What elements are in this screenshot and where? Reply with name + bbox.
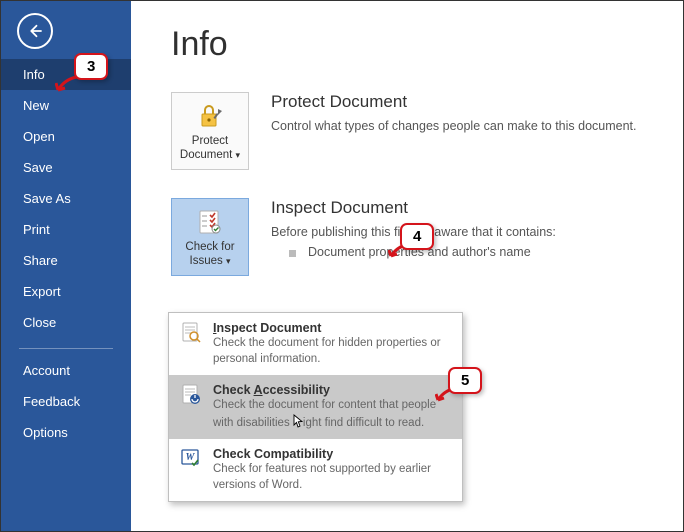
nav-item-new[interactable]: New [1, 90, 131, 121]
menu-item-desc: Check the document for hidden properties… [213, 336, 452, 367]
inspect-document-body: Inspect Document Before publishing this … [271, 198, 655, 259]
nav-item-open[interactable]: Open [1, 121, 131, 152]
nav-item-save-as[interactable]: Save As [1, 183, 131, 214]
tile-label: Check for Issues ▾ [176, 240, 244, 269]
nav-item-save[interactable]: Save [1, 152, 131, 183]
svg-text:W: W [186, 452, 196, 463]
chevron-down-icon: ▾ [236, 150, 241, 160]
inspect-document-desc: Before publishing this file, be aware th… [271, 223, 655, 241]
nav-item-feedback[interactable]: Feedback [1, 386, 131, 417]
nav-item-share[interactable]: Share [1, 245, 131, 276]
menu-item-title: Check Compatibility [213, 447, 452, 461]
inspect-document-title: Inspect Document [271, 198, 655, 218]
protect-document-section: Protect Document ▾ Protect Document Cont… [171, 92, 655, 170]
menu-item-title: Inspect Document [213, 321, 452, 335]
nav-list-footer: Account Feedback Options [1, 355, 131, 448]
accessibility-icon [179, 383, 203, 431]
nav-item-account[interactable]: Account [1, 355, 131, 386]
checklist-icon [176, 207, 244, 237]
tile-label: Protect Document ▾ [176, 134, 244, 163]
nav-item-print[interactable]: Print [1, 214, 131, 245]
protect-document-title: Protect Document [271, 92, 655, 112]
nav-divider [19, 348, 113, 349]
menu-item-check-compatibility[interactable]: W Check Compatibility Check for features… [169, 439, 462, 501]
callout-4: 4 [400, 223, 434, 250]
nav-item-export[interactable]: Export [1, 276, 131, 307]
menu-item-check-accessibility[interactable]: Check Accessibility Check the document f… [169, 375, 462, 439]
callout-3: 3 [74, 53, 108, 80]
protect-document-desc: Control what types of changes people can… [271, 117, 655, 135]
word-compat-icon: W [179, 447, 203, 493]
back-button[interactable] [17, 13, 53, 49]
menu-item-desc: Check for features not supported by earl… [213, 462, 452, 493]
check-for-issues-dropdown: Inspect Document Check the document for … [168, 312, 463, 502]
nav-list-primary: Info New Open Save Save As Print Share E… [1, 59, 131, 338]
page-title: Info [171, 25, 655, 64]
chevron-down-icon: ▾ [226, 256, 231, 266]
menu-item-desc: Check the document for content that peop… [213, 398, 452, 431]
nav-item-close[interactable]: Close [1, 307, 131, 338]
back-arrow-icon [26, 22, 44, 40]
nav-item-options[interactable]: Options [1, 417, 131, 448]
protect-document-tile[interactable]: Protect Document ▾ [171, 92, 249, 170]
lock-icon [176, 101, 244, 131]
inspect-doc-icon [179, 321, 203, 367]
menu-item-title: Check Accessibility [213, 383, 452, 397]
menu-item-inspect-document[interactable]: Inspect Document Check the document for … [169, 313, 462, 375]
callout-5: 5 [448, 367, 482, 394]
bullet-icon [289, 250, 296, 257]
check-for-issues-tile[interactable]: Check for Issues ▾ [171, 198, 249, 276]
inspect-bullet-row: Document properties and author's name [271, 245, 655, 259]
cursor-icon [293, 414, 303, 428]
protect-document-body: Protect Document Control what types of c… [271, 92, 655, 135]
